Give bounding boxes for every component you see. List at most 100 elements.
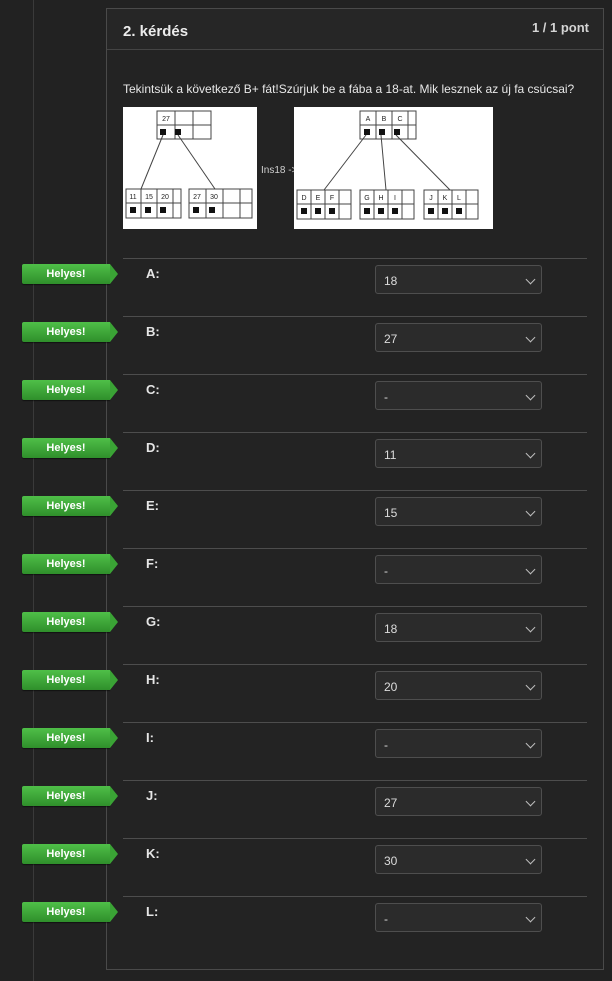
correct-badge: Helyes! <box>22 728 118 748</box>
answer-label: A: <box>146 266 160 281</box>
row-divider <box>123 316 587 317</box>
answer-select[interactable]: 20 <box>375 671 542 700</box>
select-value: 18 <box>384 622 398 636</box>
chevron-down-icon <box>525 274 536 285</box>
select-value: - <box>384 390 388 404</box>
select-value: 27 <box>384 332 398 346</box>
correct-badge: Helyes! <box>22 380 118 400</box>
answer-row-d: Helyes! D: 11 <box>0 432 612 490</box>
answer-label: J: <box>146 788 158 803</box>
chevron-down-icon <box>525 390 536 401</box>
row-divider <box>123 490 587 491</box>
answer-select[interactable]: - <box>375 381 542 410</box>
row-divider <box>123 838 587 839</box>
chevron-down-icon <box>525 796 536 807</box>
tree-after-leaf2-key-g: G <box>364 195 369 202</box>
tree-after-leaf1-key-d: D <box>301 195 306 202</box>
row-divider <box>123 432 587 433</box>
correct-badge: Helyes! <box>22 438 118 458</box>
select-value: - <box>384 738 388 752</box>
row-divider <box>123 606 587 607</box>
row-divider <box>123 374 587 375</box>
select-value: - <box>384 564 388 578</box>
answer-row-a: Helyes! A: 18 <box>0 258 612 316</box>
answer-label: D: <box>146 440 160 455</box>
correct-badge: Helyes! <box>22 902 118 922</box>
tree-before-image: 27 11 15 20 27 30 <box>123 107 257 229</box>
answer-select[interactable]: 18 <box>375 265 542 294</box>
answer-label: E: <box>146 498 159 513</box>
correct-badge: Helyes! <box>22 612 118 632</box>
select-value: 15 <box>384 506 398 520</box>
tree-after-leaf2-key-i: I <box>394 195 396 202</box>
correct-badge: Helyes! <box>22 322 118 342</box>
answer-label: L: <box>146 904 159 919</box>
chevron-down-icon <box>525 738 536 749</box>
chevron-down-icon <box>525 680 536 691</box>
select-value: - <box>384 912 388 926</box>
tree-before-leaf1-key-2: 15 <box>145 194 153 201</box>
correct-badge: Helyes! <box>22 786 118 806</box>
row-divider <box>123 780 587 781</box>
answer-row-h: Helyes! H: 20 <box>0 664 612 722</box>
chevron-down-icon <box>525 912 536 923</box>
insert-label: Ins18 -> <box>261 165 298 176</box>
row-divider <box>123 548 587 549</box>
answer-label: I: <box>146 730 154 745</box>
tree-after-root-key-a: A <box>366 116 371 123</box>
answer-select[interactable]: 11 <box>375 439 542 468</box>
answer-row-i: Helyes! I: - <box>0 722 612 780</box>
answer-label: C: <box>146 382 160 397</box>
row-divider <box>123 664 587 665</box>
answer-row-b: Helyes! B: 27 <box>0 316 612 374</box>
tree-after-root-key-c: C <box>397 116 402 123</box>
correct-badge: Helyes! <box>22 554 118 574</box>
answer-row-g: Helyes! G: 18 <box>0 606 612 664</box>
correct-badge: Helyes! <box>22 670 118 690</box>
tree-after-leaf3-key-k: K <box>443 195 448 202</box>
select-value: 20 <box>384 680 398 694</box>
chevron-down-icon <box>525 622 536 633</box>
correct-badge: Helyes! <box>22 496 118 516</box>
select-value: 27 <box>384 796 398 810</box>
answer-label: K: <box>146 846 160 861</box>
answer-select[interactable]: 18 <box>375 613 542 642</box>
answer-select[interactable]: - <box>375 903 542 932</box>
answer-select[interactable]: 27 <box>375 787 542 816</box>
row-divider <box>123 258 587 259</box>
tree-after-leaf1-key-f: F <box>330 195 334 202</box>
chevron-down-icon <box>525 854 536 865</box>
tree-after-leaf2-key-h: H <box>378 195 383 202</box>
tree-before-leaf2-key-2: 30 <box>210 194 218 201</box>
question-points: 1 / 1 pont <box>531 20 589 35</box>
tree-before-leaf1-key-3: 20 <box>161 194 169 201</box>
tree-after-leaf3-key-l: L <box>457 195 461 202</box>
answer-select[interactable]: 27 <box>375 323 542 352</box>
chevron-down-icon <box>525 506 536 517</box>
tree-after-image: A B C D E F G H I J K L <box>294 107 493 229</box>
answer-label: F: <box>146 556 159 571</box>
chevron-down-icon <box>525 332 536 343</box>
answer-select[interactable]: - <box>375 555 542 584</box>
tree-after-leaf1-key-e: E <box>316 195 321 202</box>
answer-select[interactable]: 15 <box>375 497 542 526</box>
answer-label: H: <box>146 672 160 687</box>
select-value: 18 <box>384 274 398 288</box>
answer-row-k: Helyes! K: 30 <box>0 838 612 896</box>
question-title: 2. kérdés <box>123 23 189 40</box>
correct-badge: Helyes! <box>22 844 118 864</box>
answer-row-c: Helyes! C: - <box>0 374 612 432</box>
tree-after-root-key-b: B <box>382 116 387 123</box>
answer-label: G: <box>146 614 161 629</box>
answer-select[interactable]: 30 <box>375 845 542 874</box>
chevron-down-icon <box>525 564 536 575</box>
select-value: 11 <box>384 448 397 462</box>
answer-row-f: Helyes! F: - <box>0 548 612 606</box>
tree-before-leaf1-key-1: 11 <box>129 194 136 201</box>
row-divider <box>123 896 587 897</box>
answer-row-j: Helyes! J: 27 <box>0 780 612 838</box>
answer-label: B: <box>146 324 160 339</box>
select-value: 30 <box>384 854 398 868</box>
answer-select[interactable]: - <box>375 729 542 758</box>
answer-row-l: Helyes! L: - <box>0 896 612 954</box>
